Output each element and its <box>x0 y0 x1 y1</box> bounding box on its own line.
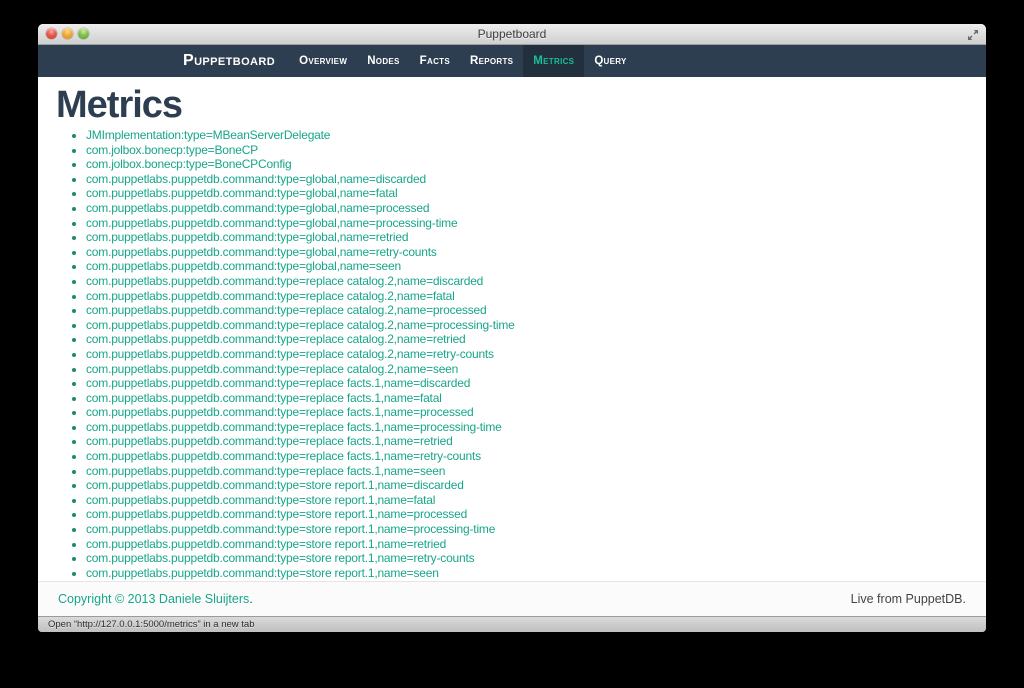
metric-list-item: com.puppetlabs.puppetdb.command:type=glo… <box>86 186 968 201</box>
metric-list-item: com.puppetlabs.puppetdb.command:type=rep… <box>86 449 968 464</box>
metric-link[interactable]: com.puppetlabs.puppetdb.command:type=rep… <box>86 464 445 478</box>
metric-link[interactable]: com.puppetlabs.puppetdb.command:type=rep… <box>86 405 474 419</box>
metric-list-item: com.puppetlabs.puppetdb.command:type=rep… <box>86 420 968 435</box>
metric-link[interactable]: com.puppetlabs.puppetdb.command:type=rep… <box>86 332 466 346</box>
status-bar: Open “http://127.0.0.1:5000/metrics” in … <box>38 616 986 632</box>
metric-list-item: com.puppetlabs.puppetdb.command:type=sto… <box>86 522 968 537</box>
metric-link[interactable]: com.puppetlabs.puppetdb.command:type=rep… <box>86 449 481 463</box>
metric-link[interactable]: com.puppetlabs.puppetdb.command:type=rep… <box>86 347 494 361</box>
metric-link[interactable]: com.puppetlabs.puppetdb.command:type=rep… <box>86 376 470 390</box>
metric-link[interactable]: com.puppetlabs.puppetdb.command:type=sto… <box>86 507 467 521</box>
metric-link[interactable]: com.puppetlabs.puppetdb.command:type=sto… <box>86 566 439 580</box>
navbar-brand[interactable]: Puppetboard <box>183 45 275 77</box>
metric-list-item: com.puppetlabs.puppetdb.command:type=rep… <box>86 289 968 304</box>
metric-list-item: com.puppetlabs.puppetdb.command:type=rep… <box>86 318 968 333</box>
status-bar-text: Open “http://127.0.0.1:5000/metrics” in … <box>48 619 255 630</box>
metric-list-item: com.puppetlabs.puppetdb.command:type=sto… <box>86 551 968 566</box>
copyright-link[interactable]: Copyright © 2013 Daniele Sluijters <box>58 592 249 606</box>
window-title: Puppetboard <box>477 27 547 41</box>
metric-link[interactable]: com.puppetlabs.puppetdb.command:type=glo… <box>86 245 437 259</box>
main-content: Metrics JMImplementation:type=MBeanServe… <box>38 77 986 581</box>
metric-list-item: com.puppetlabs.puppetdb.command:type=glo… <box>86 172 968 187</box>
metric-list-item: com.jolbox.bonecp:type=BoneCPConfig <box>86 157 968 172</box>
metric-link[interactable]: com.puppetlabs.puppetdb.command:type=sto… <box>86 478 464 492</box>
metric-list-item: com.puppetlabs.puppetdb.command:type=rep… <box>86 362 968 377</box>
metric-list-item: com.puppetlabs.puppetdb.command:type=sto… <box>86 478 968 493</box>
metric-list-item: com.puppetlabs.puppetdb.command:type=glo… <box>86 216 968 231</box>
metric-link[interactable]: com.puppetlabs.puppetdb.command:type=glo… <box>86 216 458 230</box>
nav-item-nodes[interactable]: Nodes <box>357 45 409 77</box>
footer-copyright: Copyright © 2013 Daniele Sluijters. <box>58 592 253 606</box>
fullscreen-icon[interactable] <box>967 28 979 40</box>
metric-list-item: com.puppetlabs.puppetdb.command:type=rep… <box>86 464 968 479</box>
metric-link[interactable]: com.puppetlabs.puppetdb.command:type=glo… <box>86 186 398 200</box>
metric-list-item: com.puppetlabs.puppetdb.command:type=rep… <box>86 434 968 449</box>
nav-item-query[interactable]: Query <box>584 45 636 77</box>
title-bar: Puppetboard <box>38 24 986 45</box>
metric-list-item: com.puppetlabs.puppetdb.command:type=glo… <box>86 201 968 216</box>
metric-link[interactable]: com.puppetlabs.puppetdb.command:type=rep… <box>86 318 515 332</box>
metric-list-item: com.puppetlabs.puppetdb.command:type=glo… <box>86 259 968 274</box>
navbar-items: Overview Nodes Facts Reports Metrics Query <box>289 45 637 77</box>
metric-list-item: com.puppetlabs.puppetdb.command:type=rep… <box>86 274 968 289</box>
metric-list-item: com.puppetlabs.puppetdb.command:type=glo… <box>86 230 968 245</box>
metric-list-item: com.puppetlabs.puppetdb.command:type=sto… <box>86 537 968 552</box>
metric-list-item: com.puppetlabs.puppetdb.command:type=rep… <box>86 405 968 420</box>
metric-link[interactable]: com.puppetlabs.puppetdb.command:type=glo… <box>86 172 426 186</box>
footer: Copyright © 2013 Daniele Sluijters. Live… <box>38 581 986 616</box>
metric-link[interactable]: com.puppetlabs.puppetdb.command:type=rep… <box>86 303 487 317</box>
metric-link[interactable]: com.puppetlabs.puppetdb.command:type=rep… <box>86 420 502 434</box>
metric-list-item: com.puppetlabs.puppetdb.command:type=sto… <box>86 507 968 522</box>
metric-link[interactable]: com.puppetlabs.puppetdb.command:type=rep… <box>86 362 458 376</box>
metric-list-item: com.puppetlabs.puppetdb.command:type=rep… <box>86 376 968 391</box>
nav-item-facts[interactable]: Facts <box>410 45 460 77</box>
metrics-list: JMImplementation:type=MBeanServerDelegat… <box>56 128 968 580</box>
metric-link[interactable]: com.puppetlabs.puppetdb.command:type=rep… <box>86 274 483 288</box>
nav-item-metrics[interactable]: Metrics <box>523 45 585 77</box>
nav-item-reports[interactable]: Reports <box>460 45 523 77</box>
metric-link[interactable]: com.puppetlabs.puppetdb.command:type=glo… <box>86 201 430 215</box>
metric-link[interactable]: com.puppetlabs.puppetdb.command:type=rep… <box>86 391 442 405</box>
metric-list-item: com.puppetlabs.puppetdb.command:type=sto… <box>86 493 968 508</box>
metric-link[interactable]: com.puppetlabs.puppetdb.command:type=sto… <box>86 537 446 551</box>
metric-link[interactable]: com.puppetlabs.puppetdb.command:type=sto… <box>86 493 435 507</box>
metric-link[interactable]: com.puppetlabs.puppetdb.command:type=glo… <box>86 230 409 244</box>
metric-link[interactable]: JMImplementation:type=MBeanServerDelegat… <box>86 128 330 142</box>
metric-link[interactable]: com.jolbox.bonecp:type=BoneCP <box>86 143 258 157</box>
metric-list-item: JMImplementation:type=MBeanServerDelegat… <box>86 128 968 143</box>
copyright-suffix: . <box>249 592 253 606</box>
metric-list-item: com.puppetlabs.puppetdb.command:type=rep… <box>86 332 968 347</box>
metric-list-item: com.puppetlabs.puppetdb.command:type=rep… <box>86 303 968 318</box>
metric-list-item: com.puppetlabs.puppetdb.command:type=glo… <box>86 245 968 260</box>
metric-list-item: com.puppetlabs.puppetdb.command:type=rep… <box>86 391 968 406</box>
metric-link[interactable]: com.puppetlabs.puppetdb.command:type=rep… <box>86 434 453 448</box>
navbar: Puppetboard Overview Nodes Facts Reports Met… <box>38 45 986 77</box>
metric-link[interactable]: com.puppetlabs.puppetdb.command:type=sto… <box>86 522 495 536</box>
metric-link[interactable]: com.puppetlabs.puppetdb.command:type=glo… <box>86 259 401 273</box>
metric-link[interactable]: com.jolbox.bonecp:type=BoneCPConfig <box>86 157 292 171</box>
metric-list-item: com.puppetlabs.puppetdb.command:type=rep… <box>86 347 968 362</box>
metric-list-item: com.puppetlabs.puppetdb.command:type=sto… <box>86 566 968 581</box>
metric-link[interactable]: com.puppetlabs.puppetdb.command:type=sto… <box>86 551 475 565</box>
browser-window: Puppetboard Puppetboard Overview Nodes Fac… <box>38 24 986 632</box>
page-title: Metrics <box>56 84 183 126</box>
metric-list-item: com.jolbox.bonecp:type=BoneCP <box>86 143 968 158</box>
live-from-puppetdb-text: Live from PuppetDB. <box>850 592 966 606</box>
metric-link[interactable]: com.puppetlabs.puppetdb.command:type=rep… <box>86 289 455 303</box>
nav-item-overview[interactable]: Overview <box>289 45 357 77</box>
